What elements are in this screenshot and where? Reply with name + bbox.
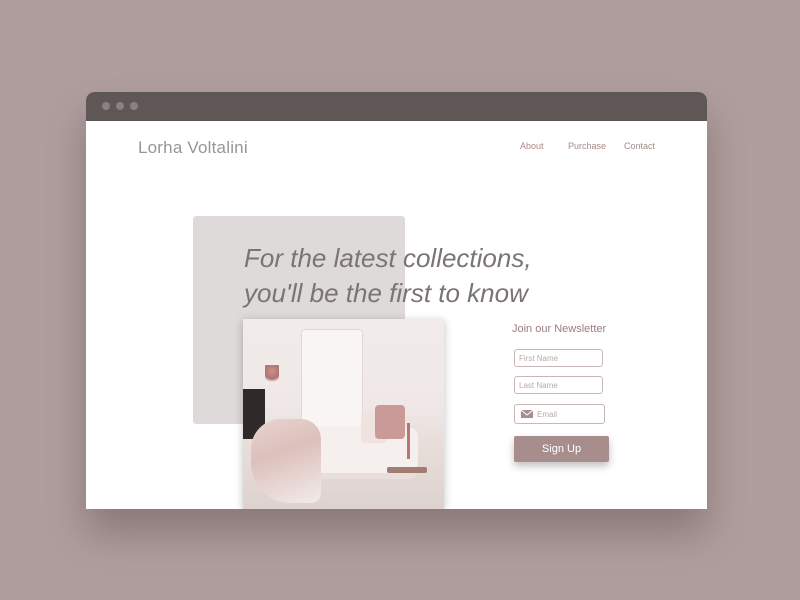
window-dot-icon[interactable] bbox=[116, 102, 124, 110]
photo-candle bbox=[407, 423, 410, 459]
photo-door bbox=[301, 329, 363, 431]
first-name-field[interactable] bbox=[514, 349, 603, 367]
newsletter-title: Join our Newsletter bbox=[512, 323, 607, 335]
nav-contact[interactable]: Contact bbox=[624, 141, 655, 151]
photo-flowers bbox=[265, 365, 279, 385]
nav-about[interactable]: About bbox=[520, 141, 544, 151]
hero-headline-line-1: For the latest collections, bbox=[244, 243, 532, 273]
email-field[interactable] bbox=[537, 406, 601, 422]
last-name-field[interactable] bbox=[514, 376, 603, 394]
hero-headline-line-2: you'll be the first to know bbox=[244, 278, 528, 308]
window-dot-icon[interactable] bbox=[102, 102, 110, 110]
photo-side-table bbox=[387, 467, 427, 473]
sign-up-button[interactable]: Sign Up bbox=[514, 436, 609, 462]
hero-headline: For the latest collections, you'll be th… bbox=[244, 241, 532, 311]
photo-pillow bbox=[375, 405, 405, 439]
page-content: Lorha Voltalini About Purchase Contact F… bbox=[86, 121, 707, 509]
mail-icon bbox=[521, 410, 533, 418]
site-logo[interactable]: Lorha Voltalini bbox=[138, 138, 248, 158]
bedroom-photo bbox=[243, 319, 444, 509]
browser-title-bar bbox=[86, 92, 707, 121]
email-field-wrapper[interactable] bbox=[514, 404, 605, 424]
photo-blanket bbox=[251, 419, 321, 503]
browser-window: Lorha Voltalini About Purchase Contact F… bbox=[86, 92, 707, 509]
window-dot-icon[interactable] bbox=[130, 102, 138, 110]
nav-purchase[interactable]: Purchase bbox=[568, 141, 606, 151]
